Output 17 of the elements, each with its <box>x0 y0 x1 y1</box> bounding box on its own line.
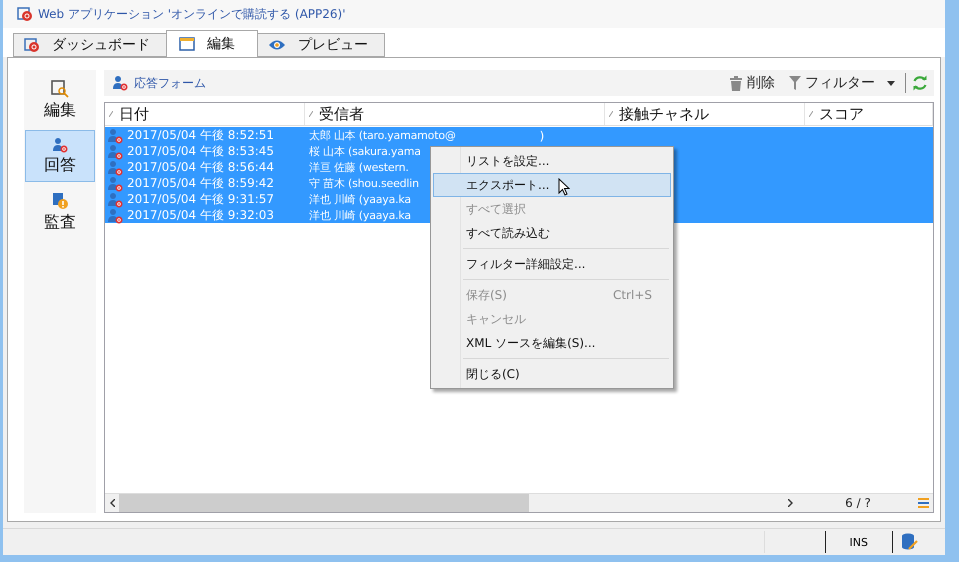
table-cell: 洋也 川崎 (yaaya.ka <box>309 192 411 207</box>
status-mode: INS <box>850 536 868 548</box>
table-cell: ) <box>540 128 544 142</box>
window-title: Web アプリケーション 'オンラインで購読する (APP26)' <box>38 6 346 22</box>
table-cell: 洋亘 佐藤 (western. <box>309 160 409 175</box>
page-count: 6 / ? <box>844 496 872 510</box>
toolbar-title: 応答フォーム <box>134 74 207 92</box>
table-cell: 2017/05/04 午後 9:31:57 <box>127 191 274 208</box>
table-cell: 2017/05/04 午後 9:32:03 <box>127 207 274 224</box>
table-cell: 守 苗木 (shou.seedlin <box>309 176 419 191</box>
table-cell: 2017/05/04 午後 8:59:42 <box>127 175 274 192</box>
table-cell: 2017/05/04 午後 8:53:45 <box>127 143 274 160</box>
table-cell: 2017/05/04 午後 8:52:51 <box>127 127 274 144</box>
table-cell: 太郎 山本 (taro.yamamoto@ <box>309 128 456 143</box>
table-cell: 洋也 川崎 (yaaya.ka <box>309 208 411 223</box>
table-cell: 2017/05/04 午後 8:56:44 <box>127 159 274 176</box>
table-cell: 桜 山本 (sakura.yama <box>309 144 421 159</box>
